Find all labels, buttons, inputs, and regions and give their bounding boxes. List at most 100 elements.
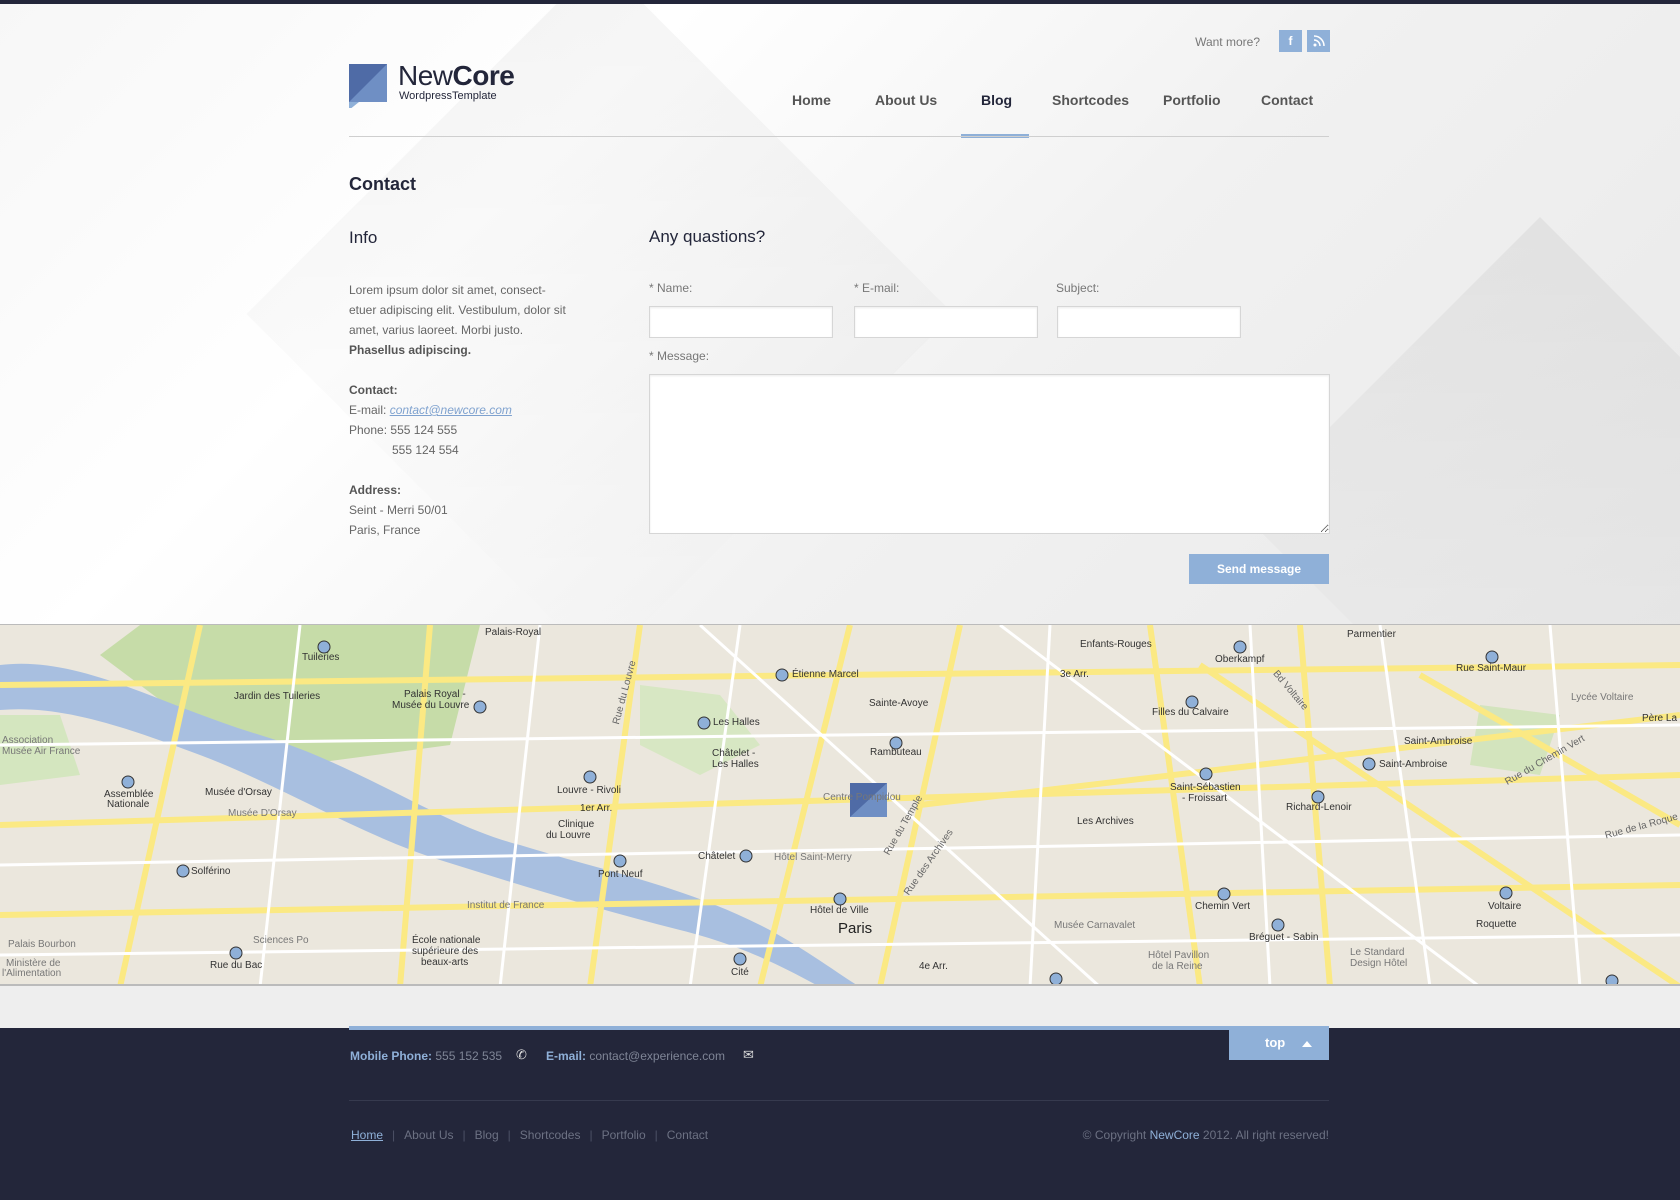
map-label: Sainte-Avoye [869,698,929,709]
map-label: Rue Saint-Maur [1456,663,1527,674]
nav-portfolio[interactable]: Portfolio [1163,92,1221,108]
map-label: Bréguet - Sabin [1249,932,1319,943]
email-label: E-mail: [349,403,387,417]
logo-name-bold: Core [452,60,515,91]
footer-link-blog[interactable]: Blog [475,1128,499,1142]
map-label: Filles du Calvaire [1152,707,1229,718]
map-label: - Froissart [1182,793,1227,804]
footer [0,1028,1680,1200]
map-label: supérieure des [412,946,479,957]
map-label: Jardin des Tuileries [234,691,321,702]
map-label: Musée du Louvre [392,700,470,711]
map-label: beaux-arts [421,957,469,968]
copyright-brand[interactable]: NewCore [1150,1128,1200,1142]
map-label: Saint-Sébastien [1170,782,1241,793]
map-label: Châtelet - [712,748,756,759]
map-label: Parmentier [1347,629,1396,640]
logo-subtitle: WordpressTemplate [399,90,497,102]
map-label: Saint-Ambroise [1404,736,1473,747]
arrow-up-icon [1302,1041,1312,1047]
map-label: Association [2,735,54,746]
map-label: Institut de France [467,900,545,911]
footer-gap [0,986,1680,1028]
phone-2: 555 124 554 [392,443,459,457]
footer-link-contact[interactable]: Contact [667,1128,708,1142]
map-label: Musée D'Orsay [228,808,297,819]
logo-name[interactable]: NewCore [398,60,515,92]
footer-link-portfolio[interactable]: Portfolio [602,1128,646,1142]
map-label: Chemin Vert [1195,901,1251,912]
map-label: Palais-Royal [485,627,542,638]
footer-accent-bar [349,1026,1329,1030]
footer-divider [349,1100,1329,1101]
map-label: Les Halles [712,759,759,770]
phone-label: Phone: [349,423,388,437]
map-label: Père La [1642,713,1678,724]
send-message-button[interactable]: Send message [1189,554,1329,584]
map-label: Saint-Ambroise [1379,759,1448,770]
map-label: Hôtel Saint-Merry [774,852,852,863]
footer-nav: Home | About Us | Blog | Shortcodes | Portfolio |… [351,1128,709,1142]
map-label: École nationale [412,935,481,946]
footer-email-address: contact@experience.com [589,1049,725,1063]
nav-home[interactable]: Home [792,92,831,108]
contact-email-row: E-mail: contact@newcore.com [349,400,569,420]
nav-contact[interactable]: Contact [1261,92,1313,108]
map-label: Châtelet [698,851,736,862]
rss-icon[interactable] [1307,30,1330,52]
map-label: Musée Air France [2,746,81,757]
map-label: Clinique [558,819,595,830]
map-label: Oberkampf [1215,654,1265,665]
map-label: Voltaire [1488,901,1522,912]
email-link[interactable]: contact@newcore.com [390,403,512,417]
footer-mobile: Mobile Phone: 555 152 535 [350,1049,502,1063]
map-label: Sciences Po [253,935,309,946]
footer-mobile-label: Mobile Phone: [350,1049,432,1063]
map-label: Les Halles [713,717,760,728]
nav-divider [349,136,1329,137]
map[interactable]: Palais-Royal Tuileries Jardin des Tuiler… [0,624,1680,986]
logo-icon[interactable] [349,64,387,108]
phone-1: 555 124 555 [390,423,458,437]
map-label: Cité [731,967,749,978]
nav-shortcodes[interactable]: Shortcodes [1052,92,1129,108]
back-to-top-button[interactable]: top [1229,1026,1329,1060]
nav-about-us[interactable]: About Us [875,92,937,108]
map-label: Centre Pompidou [823,792,901,803]
copyright-prefix: © Copyright [1082,1128,1147,1142]
email-input[interactable] [854,306,1038,338]
info-body-bold-text: Phasellus adipiscing. [349,343,472,357]
info-title: Info [349,228,378,247]
map-label: Design Hôtel [1350,958,1408,969]
name-label: * Name: [649,281,693,295]
map-label: 4e Arr. [919,961,948,972]
info-body-bold: Phasellus adipiscing. [349,340,569,360]
map-label: Rambuteau [870,747,922,758]
info-body: Lorem ipsum dolor sit amet, consect-etue… [349,283,566,337]
map-label: l'Alimentation [2,968,62,979]
name-input[interactable] [649,306,833,338]
nav-blog[interactable]: Blog [981,92,1012,108]
map-label: 1er Arr. [580,803,613,814]
address-line-1: Seint - Merri 50/01 [349,503,448,517]
facebook-icon[interactable]: f [1279,30,1302,52]
footer-mobile-number: 555 152 535 [435,1049,503,1063]
footer-link-home[interactable]: Home [351,1128,383,1142]
footer-email: E-mail: contact@experience.com [546,1049,725,1063]
copyright: © Copyright NewCore 2012. All right rese… [1000,1128,1329,1142]
footer-link-shortcodes[interactable]: Shortcodes [520,1128,581,1142]
map-label: Tuileries [302,652,340,663]
email-field-label: * E-mail: [854,281,900,295]
footer-link-about-us[interactable]: About Us [404,1128,453,1142]
map-label: Palais Royal - [404,689,466,700]
map-label: Solférino [191,866,231,877]
contact-phone-row: Phone: 555 124 555 [349,420,569,440]
phone-icon: ✆ [516,1047,527,1062]
message-textarea[interactable] [649,374,1330,534]
map-label: Pont Neuf [598,869,643,880]
address-label: Address: [349,483,402,497]
map-label: Richard-Lenoir [1286,802,1352,813]
message-label: * Message: [649,349,710,363]
envelope-icon: ✉ [743,1047,754,1062]
subject-input[interactable] [1057,306,1241,338]
